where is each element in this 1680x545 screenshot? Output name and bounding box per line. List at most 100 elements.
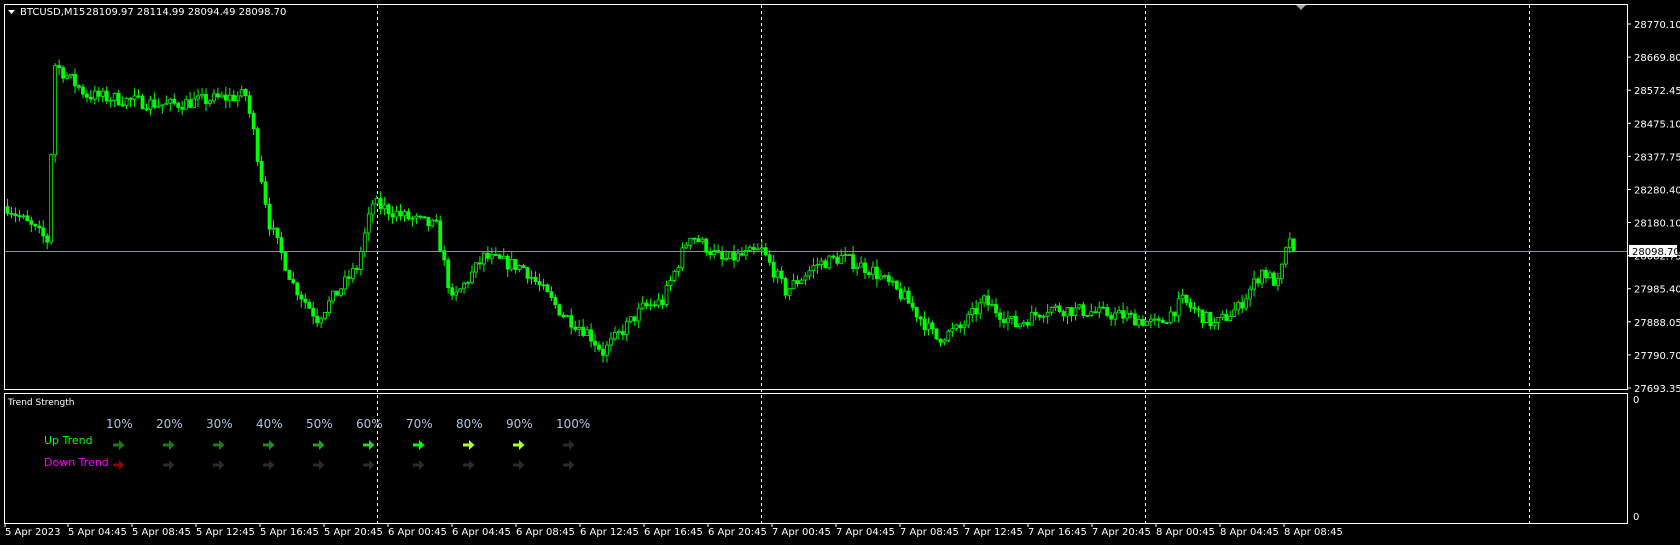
candle-body	[219, 94, 224, 98]
candle-body	[616, 331, 621, 333]
candle-body	[704, 238, 709, 253]
time-tick-label: 8 Apr 04:45	[1220, 527, 1279, 538]
time-tick-label: 6 Apr 08:45	[516, 527, 575, 538]
candle-body	[481, 252, 486, 265]
candle-body	[5, 206, 10, 214]
candle-body	[1268, 272, 1272, 279]
candle-body	[227, 94, 232, 101]
candle-body	[1129, 312, 1133, 315]
candle-body	[231, 94, 236, 102]
candle-body	[660, 299, 665, 305]
candle-body	[692, 237, 697, 240]
candle-body	[347, 276, 351, 279]
candle-body	[57, 65, 62, 69]
candle-body	[517, 265, 522, 270]
candle-body	[938, 338, 943, 343]
candle-body	[263, 181, 268, 205]
candle-body	[994, 304, 998, 314]
candle-body	[656, 299, 661, 306]
candle-body	[906, 290, 911, 304]
candle-body	[339, 288, 343, 296]
candle-body	[1224, 313, 1229, 321]
level-label: 20%	[156, 417, 183, 431]
candle-body	[446, 259, 451, 289]
candle-body	[819, 260, 824, 265]
candle-body	[1057, 305, 1062, 313]
candle-body	[1121, 310, 1125, 319]
candle-body	[1006, 317, 1010, 324]
trading-chart[interactable]: 28770.10 28669.80 28572.45 28475.10 28377.75…	[0, 0, 1680, 545]
candle-body	[1164, 322, 1169, 325]
candle-body	[894, 280, 899, 290]
candle-body	[200, 94, 204, 97]
candle-body	[271, 227, 276, 230]
indicator-axis-bottom: 0	[1633, 512, 1639, 523]
candle-body	[732, 251, 736, 261]
candle-body	[81, 86, 85, 95]
level-label: 50%	[306, 417, 333, 431]
candle-body	[478, 262, 482, 265]
candle-body	[700, 238, 705, 243]
candle-body	[652, 304, 657, 307]
candle-body	[1240, 302, 1245, 309]
level-label: 60%	[356, 417, 383, 431]
time-tick-label: 7 Apr 04:45	[836, 527, 895, 538]
candle-body	[553, 297, 558, 306]
candle-body	[374, 198, 379, 205]
candle-body	[485, 252, 490, 259]
candle-body	[402, 211, 407, 217]
candle-body	[1109, 315, 1114, 320]
candle-body	[9, 212, 14, 215]
candle-body	[92, 90, 97, 100]
candle-body	[851, 254, 856, 269]
candle-body	[184, 99, 189, 110]
price-tick-label: 27985.40	[1634, 285, 1680, 296]
candle-body	[990, 304, 994, 306]
candle-body	[1053, 305, 1058, 308]
candle-body	[1220, 313, 1225, 318]
candle-body	[529, 276, 534, 279]
candle-body	[549, 291, 554, 298]
candle-body	[640, 302, 645, 309]
candle-body	[69, 73, 73, 77]
candle-body	[509, 258, 514, 270]
candle-body	[501, 255, 506, 259]
candle-body	[1125, 312, 1129, 319]
candle-body	[624, 320, 629, 335]
candle-body	[978, 302, 983, 315]
candle-body	[1232, 309, 1237, 317]
candle-body	[275, 227, 280, 238]
time-tick-label: 7 Apr 08:45	[900, 527, 959, 538]
candle-body	[958, 324, 963, 329]
price-tick-label: 27693.35	[1634, 384, 1680, 395]
candle-body	[1049, 307, 1054, 313]
level-label: 100%	[556, 417, 590, 431]
symbol-label: BTCUSD,M15	[20, 7, 85, 18]
time-tick-label: 6 Apr 00:45	[388, 527, 447, 538]
candle-body	[807, 270, 812, 277]
candle-body	[910, 302, 915, 308]
candle-body	[255, 128, 260, 162]
candle-body	[394, 211, 399, 218]
candle-body	[386, 204, 391, 215]
level-label: 80%	[456, 417, 483, 431]
indicator-panel[interactable]	[4, 393, 1628, 524]
candle-body	[45, 235, 50, 243]
indicator-title: Trend Strength	[7, 398, 74, 408]
price-tick-label: 28669.80	[1634, 53, 1680, 64]
candle-body	[108, 99, 113, 102]
candle-body	[1010, 315, 1014, 319]
time-tick-label: 7 Apr 00:45	[772, 527, 831, 538]
candle-body	[1137, 319, 1141, 326]
candle-body	[1160, 319, 1165, 324]
candle-body	[561, 314, 566, 318]
candle-body	[323, 312, 328, 319]
candle-body	[235, 95, 240, 102]
candle-body	[370, 203, 375, 215]
candle-body	[942, 339, 947, 343]
candle-body	[1148, 318, 1153, 322]
candle-body	[212, 93, 216, 102]
candle-body	[251, 112, 256, 130]
price-panel[interactable]	[4, 4, 1628, 390]
candle-body	[684, 244, 689, 249]
